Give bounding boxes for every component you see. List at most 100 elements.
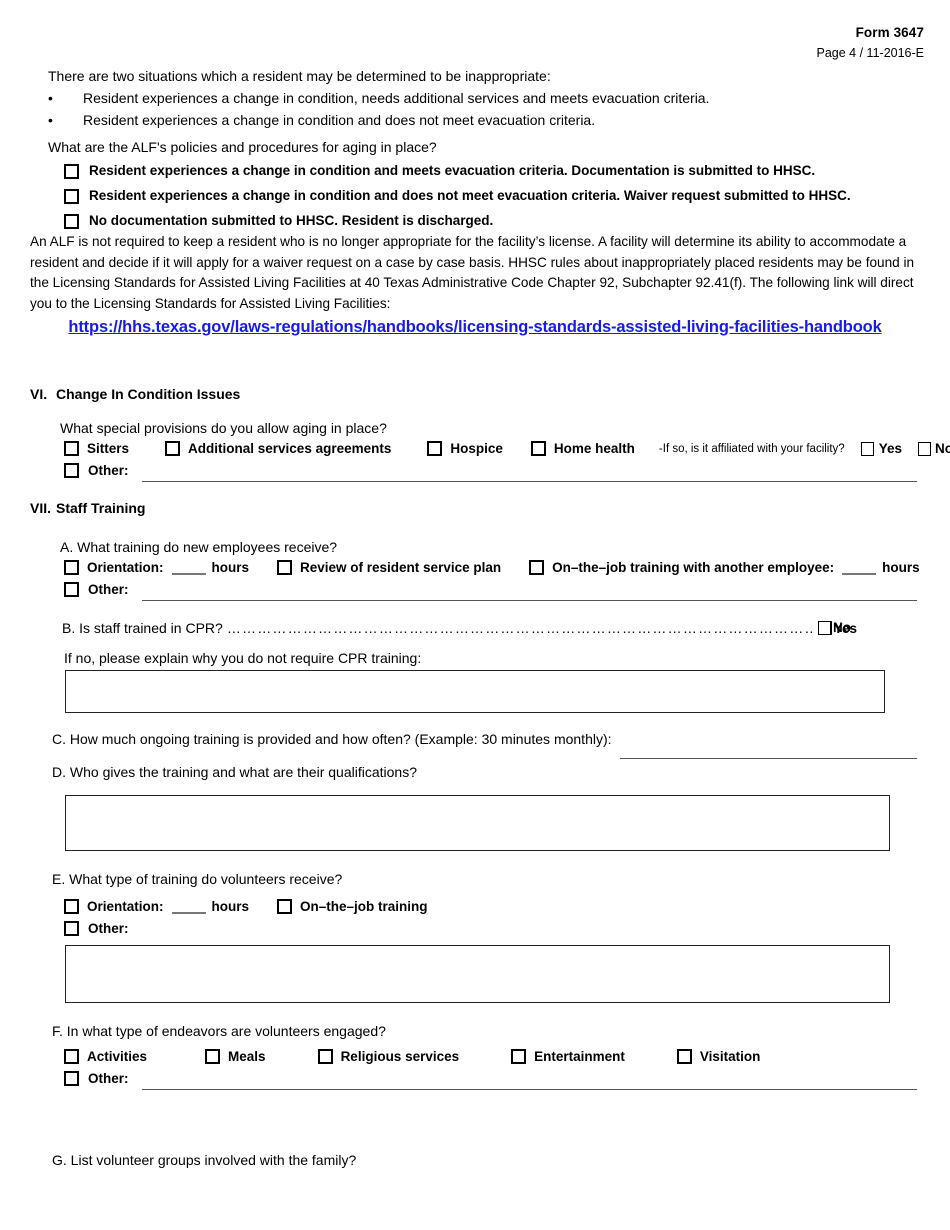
checkbox-other-new-employee-training[interactable] [64, 582, 79, 597]
aging-in-place-question: What are the ALF's policies and procedur… [48, 139, 437, 155]
option-row-does-not-meet-criteria[interactable]: Resident experiences a change in conditi… [64, 188, 851, 205]
option-label: Religious services [340, 1049, 460, 1064]
option-review-service-plan[interactable]: Review of resident service plan [277, 560, 501, 575]
checkbox-meets-evacuation-criteria[interactable] [64, 164, 79, 179]
checkbox-entertainment[interactable] [511, 1049, 527, 1064]
checkbox-other-volunteer-training[interactable] [64, 921, 79, 936]
option-activities[interactable]: Activities [64, 1049, 147, 1064]
ojt-hours-input[interactable] [842, 560, 877, 575]
other-label: Other: [88, 582, 129, 597]
other-label: Other: [88, 1071, 129, 1086]
option-label: Resident experiences a change in conditi… [89, 187, 851, 203]
item-f-question: F. In what type of endeavors are volunte… [52, 1023, 386, 1039]
bullet-icon: • [48, 112, 53, 128]
orientation-hours-input-volunteers[interactable] [171, 899, 206, 914]
bullet-icon: • [48, 90, 53, 106]
checkbox-review-resident-service-plan[interactable] [277, 560, 293, 575]
list-item: • Resident experiences a change in condi… [48, 88, 908, 109]
list-item: • Resident experiences a change in condi… [48, 110, 908, 131]
option-orientation-volunteers[interactable]: Orientation: [64, 899, 164, 914]
option-on-the-job-training-employee[interactable]: On–the–job training with another employe… [529, 560, 834, 575]
checkbox-hospice[interactable] [427, 441, 443, 456]
licensing-standards-handbook-link[interactable]: https://hhs.texas.gov/laws-regulations/h… [68, 318, 881, 336]
option-label: Review of resident service plan [300, 560, 502, 575]
checkbox-affiliated-yes[interactable] [860, 441, 874, 456]
option-label: Entertainment [534, 1049, 625, 1064]
option-label: Resident experiences a change in conditi… [89, 163, 816, 178]
option-label: On–the–job training with another employe… [552, 560, 835, 575]
checkbox-sitters[interactable] [64, 441, 79, 456]
item-f-other-input-line[interactable] [142, 1089, 917, 1090]
option-row-meets-criteria[interactable]: Resident experiences a change in conditi… [64, 163, 851, 180]
item-f-other-row[interactable]: Other: [64, 1071, 129, 1086]
hours-unit-label: hours [211, 899, 250, 914]
section-vii-number: VII. [30, 500, 52, 516]
option-affiliated-no[interactable]: No [917, 441, 950, 456]
section-vi-heading: VI. Change In Condition Issues [30, 386, 240, 402]
option-visitation[interactable]: Visitation [676, 1049, 761, 1064]
special-provisions-options: Sitters Additional services agreements H… [64, 441, 950, 456]
option-label: Meals [228, 1049, 266, 1064]
hours-unit-label: hours [882, 560, 920, 575]
item-g-question: G. List volunteer groups involved with t… [52, 1152, 357, 1168]
item-a-question: A. What training do new employees receiv… [60, 539, 338, 555]
section-vi-other-input-line[interactable] [142, 481, 917, 482]
item-c-input-line[interactable] [620, 758, 917, 759]
option-label: Yes [878, 441, 902, 456]
checkbox-affiliated-no[interactable] [917, 441, 931, 456]
form-page: Form 3647 Page 4 / 11-2016-E There are t… [0, 0, 950, 1230]
item-e-other-textbox[interactable] [65, 945, 890, 1003]
checkbox-no-documentation[interactable] [64, 213, 79, 229]
option-label: Additional services agreements [188, 441, 392, 456]
option-label: Home health [553, 441, 635, 456]
checkbox-activities[interactable] [64, 1049, 79, 1064]
option-label: Activities [87, 1049, 148, 1064]
checkbox-visitation[interactable] [676, 1049, 692, 1064]
checkbox-on-the-job-training-volunteers[interactable] [277, 899, 293, 914]
option-hospice[interactable]: Hospice [427, 441, 503, 456]
affiliation-note: -If so, is it affiliated with your facil… [658, 442, 845, 455]
checkbox-additional-services-agreements[interactable] [165, 441, 181, 456]
page-info: Page 4 / 11-2016-E [816, 46, 924, 61]
checkbox-other-special-provision[interactable] [64, 463, 79, 478]
section-vii-heading: VII. Staff Training [30, 500, 145, 516]
intro-lead: There are two situations which a residen… [48, 68, 551, 84]
checkbox-cpr-no[interactable] [818, 620, 831, 635]
checkbox-meals[interactable] [205, 1049, 221, 1064]
option-label: No [833, 620, 851, 635]
item-d-answer-textbox[interactable] [65, 795, 890, 851]
option-label: No documentation submitted to HHSC. Resi… [89, 212, 494, 228]
orientation-hours-input-new-employees[interactable] [171, 560, 206, 575]
section-vi-other-row[interactable]: Other: [64, 463, 129, 478]
option-religious-services[interactable]: Religious services [317, 1049, 460, 1064]
list-item-text: Resident experiences a change in conditi… [83, 90, 710, 106]
checkbox-religious-services[interactable] [317, 1049, 333, 1064]
option-label: Visitation [699, 1049, 761, 1064]
form-number: Form 3647 [855, 25, 924, 40]
checkbox-orientation-volunteers[interactable] [64, 899, 79, 914]
option-sitters[interactable]: Sitters [64, 441, 129, 456]
page-header: Form 3647 Page 4 / 11-2016-E [817, 24, 924, 62]
option-entertainment[interactable]: Entertainment [511, 1049, 625, 1064]
checkbox-on-the-job-training-employee[interactable] [529, 560, 545, 575]
item-c-question: C. How much ongoing training is provided… [52, 731, 612, 747]
option-meals[interactable]: Meals [205, 1049, 266, 1064]
option-affiliated-yes[interactable]: Yes [860, 441, 902, 456]
checkbox-other-endeavors[interactable] [64, 1071, 79, 1086]
item-b-explanation-textbox[interactable] [65, 670, 885, 713]
option-row-no-documentation[interactable]: No documentation submitted to HHSC. Resi… [64, 213, 851, 230]
option-cpr-no[interactable]: No [818, 620, 851, 635]
item-a-other-input-line[interactable] [142, 600, 917, 601]
checkbox-orientation-new-employees[interactable] [64, 560, 79, 575]
checkbox-home-health[interactable] [530, 441, 546, 456]
item-e-other-row[interactable]: Other: [64, 921, 129, 936]
section-vii-title: Staff Training [56, 500, 146, 516]
option-home-health[interactable]: Home health [530, 441, 635, 456]
option-label: Sitters [87, 441, 130, 456]
checkbox-does-not-meet-evacuation-criteria[interactable] [64, 188, 79, 204]
item-a-other-row[interactable]: Other: [64, 582, 129, 597]
option-additional-services-agreements[interactable]: Additional services agreements [165, 441, 391, 456]
option-orientation-new-employees[interactable]: Orientation: [64, 560, 164, 575]
list-item-text: Resident experiences a change in conditi… [83, 112, 596, 128]
option-on-the-job-training-volunteers[interactable]: On–the–job training [277, 899, 428, 914]
